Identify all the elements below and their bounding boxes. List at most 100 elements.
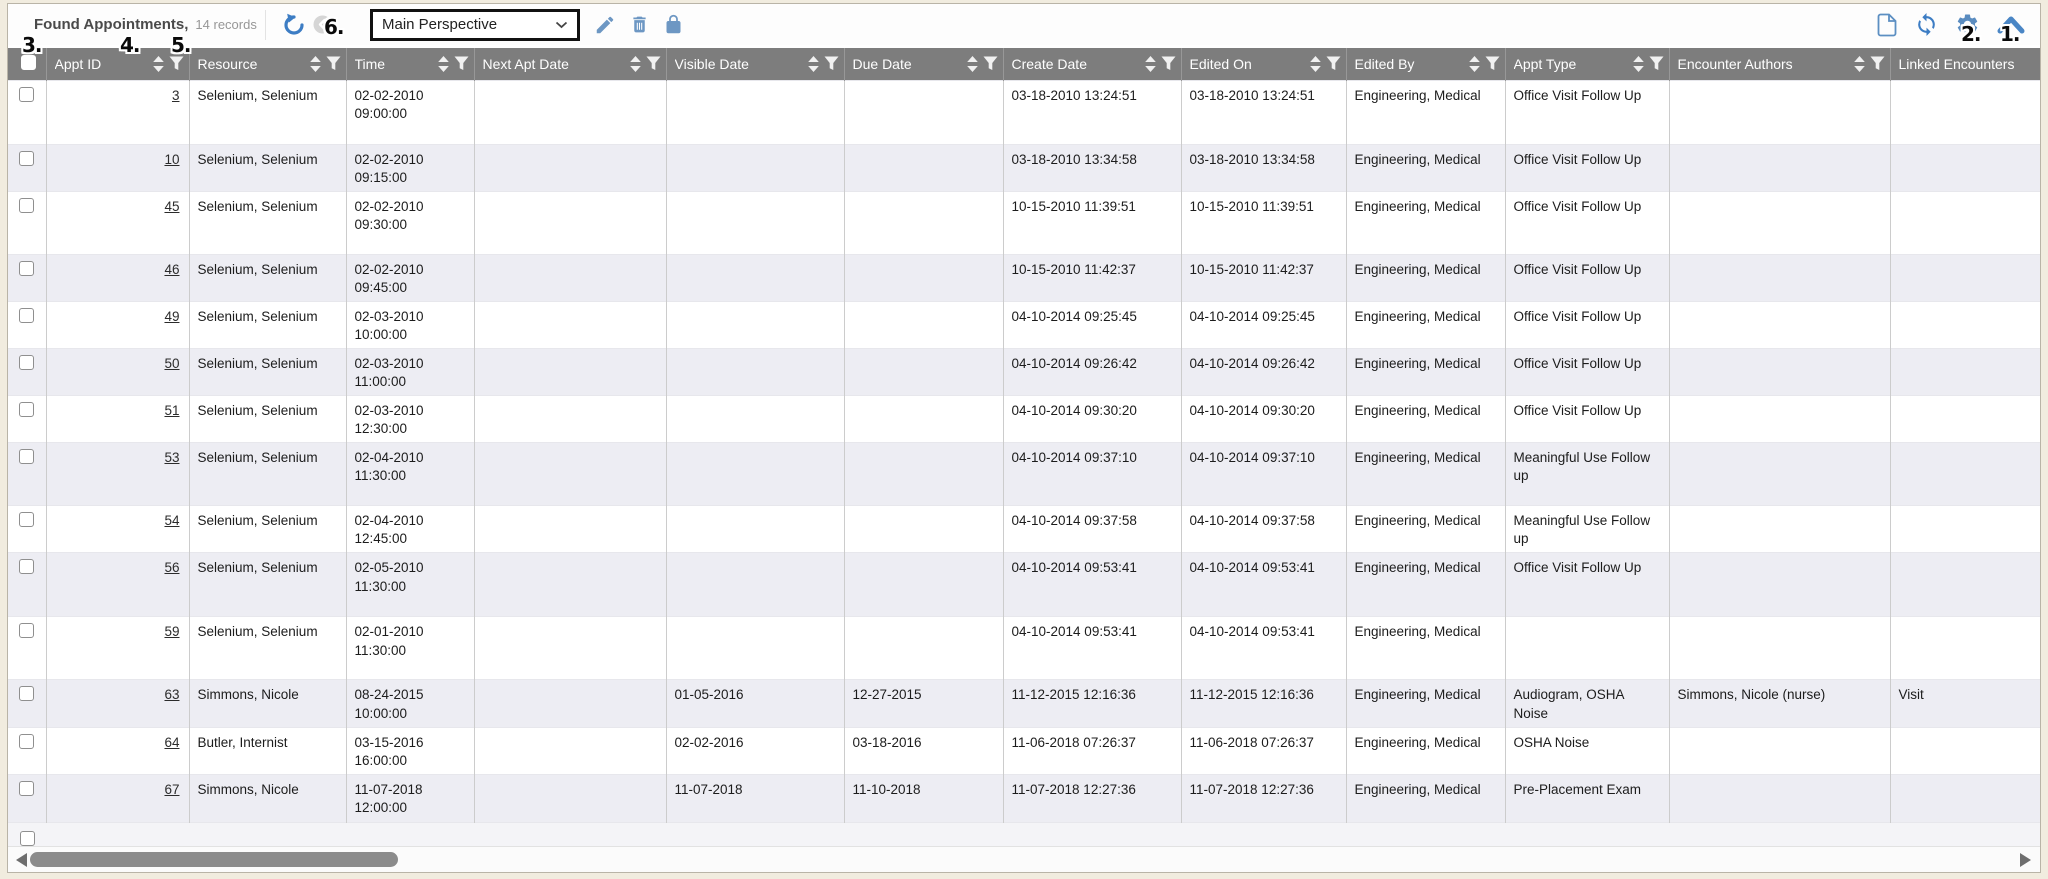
filter-funnel-icon[interactable] <box>1870 56 1885 71</box>
horizontal-scrollbar[interactable] <box>8 846 2040 872</box>
gear-icon[interactable] <box>1955 12 1980 37</box>
cell-linked_encounters <box>1890 301 2040 348</box>
filter-funnel-icon[interactable] <box>1485 56 1500 71</box>
appt-id-link[interactable]: 45 <box>164 199 179 214</box>
appt-id-link[interactable]: 51 <box>164 403 179 418</box>
cell-linked_encounters <box>1890 191 2040 254</box>
sort-icon[interactable] <box>966 56 979 72</box>
sort-icon[interactable] <box>309 56 322 72</box>
cell-select <box>8 191 46 254</box>
cell-due_date <box>844 254 1003 301</box>
cell-appt_id: 10 <box>46 144 189 191</box>
appt-id-link[interactable]: 53 <box>164 450 179 465</box>
cell-edited_on: 11-12-2015 12:16:36 <box>1181 680 1346 727</box>
cell-next_apt_date <box>474 396 666 443</box>
column-header-time: Time <box>346 48 474 80</box>
filter-funnel-icon[interactable] <box>326 56 341 71</box>
scrollbar-thumb[interactable] <box>30 852 398 867</box>
trash-icon[interactable] <box>629 14 650 35</box>
row-checkbox[interactable] <box>19 198 34 213</box>
row-checkbox[interactable] <box>19 308 34 323</box>
appt-id-link[interactable]: 67 <box>164 782 179 797</box>
scroll-right-arrow-icon[interactable] <box>2020 853 2031 867</box>
cell-time: 11-07-2018 12:00:00 <box>346 774 474 822</box>
cell-linked_encounters <box>1890 254 2040 301</box>
cell-time: 02-02-2010 09:30:00 <box>346 191 474 254</box>
cell-create_date: 03-18-2010 13:34:58 <box>1003 144 1181 191</box>
row-checkbox[interactable] <box>19 512 34 527</box>
scroll-left-arrow-icon[interactable] <box>16 853 27 867</box>
cell-resource: Selenium, Selenium <box>189 191 346 254</box>
cell-visible_date <box>666 348 844 395</box>
sort-icon[interactable] <box>1632 56 1645 72</box>
cell-due_date <box>844 348 1003 395</box>
cell-visible_date <box>666 301 844 348</box>
row-checkbox[interactable] <box>19 151 34 166</box>
lock-icon[interactable] <box>663 14 684 35</box>
row-checkbox[interactable] <box>19 449 34 464</box>
row-checkbox[interactable] <box>19 734 34 749</box>
filter-funnel-icon[interactable] <box>169 56 184 71</box>
sort-icon[interactable] <box>1853 56 1866 72</box>
sort-icon[interactable] <box>1144 56 1157 72</box>
appt-id-link[interactable]: 59 <box>164 624 179 639</box>
row-checkbox[interactable] <box>19 623 34 638</box>
appt-id-link[interactable]: 56 <box>164 560 179 575</box>
sort-icon[interactable] <box>437 56 450 72</box>
edit-pencil-icon[interactable] <box>594 14 616 36</box>
cell-create_date: 11-07-2018 12:27:36 <box>1003 774 1181 822</box>
sort-icon[interactable] <box>152 56 165 72</box>
filter-funnel-icon[interactable] <box>454 56 469 71</box>
column-header-appt_type: Appt Type <box>1505 48 1669 80</box>
column-label: Time <box>355 56 433 72</box>
new-document-icon[interactable] <box>1876 13 1898 37</box>
table-row: 10Selenium, Selenium02-02-2010 09:15:000… <box>8 144 2040 191</box>
cell-edited_by: Engineering, Medical <box>1346 727 1505 774</box>
row-checkbox[interactable] <box>19 261 34 276</box>
cell-encounter_authors <box>1669 727 1890 774</box>
table-row: 3Selenium, Selenium02-02-2010 09:00:0003… <box>8 80 2040 144</box>
appt-id-link[interactable]: 10 <box>164 152 179 167</box>
row-checkbox[interactable] <box>19 402 34 417</box>
filter-funnel-icon[interactable] <box>1649 56 1664 71</box>
sort-icon[interactable] <box>1309 56 1322 72</box>
cell-appt_type: Office Visit Follow Up <box>1505 254 1669 301</box>
row-checkbox[interactable] <box>20 831 35 846</box>
filter-funnel-icon[interactable] <box>646 56 661 71</box>
filter-funnel-icon[interactable] <box>1326 56 1341 71</box>
appt-id-link[interactable]: 64 <box>164 735 179 750</box>
perspective-select[interactable]: Main Perspective <box>370 9 580 41</box>
sort-icon[interactable] <box>629 56 642 72</box>
filter-funnel-icon[interactable] <box>1161 56 1176 71</box>
filter-funnel-icon[interactable] <box>824 56 839 71</box>
row-checkbox[interactable] <box>19 686 34 701</box>
appt-id-link[interactable]: 46 <box>164 262 179 277</box>
row-checkbox[interactable] <box>19 355 34 370</box>
cell-due_date <box>844 443 1003 506</box>
cell-visible_date <box>666 254 844 301</box>
toolbar: Found Appointments, 14 records Main Pers… <box>8 4 2040 45</box>
appt-id-link[interactable]: 54 <box>164 513 179 528</box>
cell-appt_id: 59 <box>46 617 189 680</box>
sort-icon[interactable] <box>807 56 820 72</box>
appt-id-link[interactable]: 50 <box>164 356 179 371</box>
row-checkbox[interactable] <box>19 559 34 574</box>
cell-encounter_authors <box>1669 774 1890 822</box>
appt-id-link[interactable]: 49 <box>164 309 179 324</box>
sort-icon[interactable] <box>1468 56 1481 72</box>
cell-appt_type: Pre-Placement Exam <box>1505 774 1669 822</box>
cell-resource: Selenium, Selenium <box>189 396 346 443</box>
undo-icon[interactable] <box>282 13 306 37</box>
appt-id-link[interactable]: 3 <box>172 88 180 103</box>
column-label: Appt Type <box>1514 56 1628 72</box>
filter-funnel-icon[interactable] <box>983 56 998 71</box>
collapse-chevron-up-icon[interactable] <box>1996 14 2026 36</box>
cell-linked_encounters <box>1890 144 2040 191</box>
row-checkbox[interactable] <box>19 87 34 102</box>
select-all-checkbox[interactable] <box>21 55 36 70</box>
cell-visible_date: 01-05-2016 <box>666 680 844 727</box>
refresh-icon[interactable] <box>1914 12 1939 37</box>
appt-id-link[interactable]: 63 <box>164 687 179 702</box>
row-checkbox[interactable] <box>19 781 34 796</box>
cell-edited_on: 03-18-2010 13:34:58 <box>1181 144 1346 191</box>
